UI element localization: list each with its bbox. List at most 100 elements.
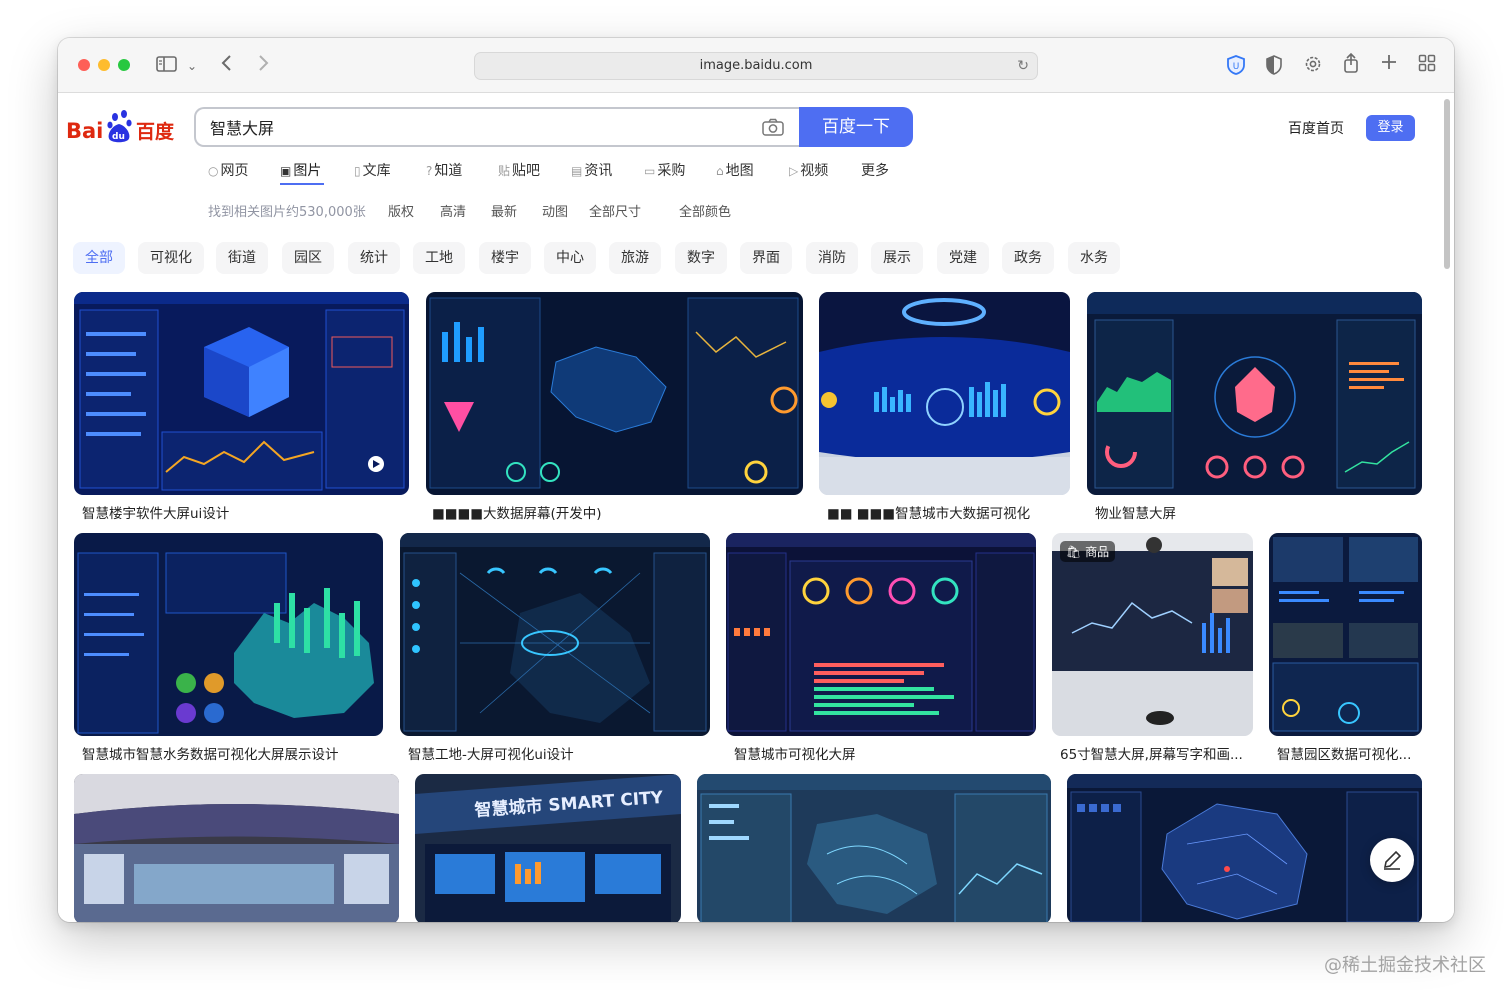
result-image[interactable]: 智慧城市 SMART CITY [415,774,681,922]
filter-copyright[interactable]: 版权 [388,201,414,220]
result-caption[interactable]: 智慧楼宇软件大屏ui设计 [82,502,412,522]
filter-animated[interactable]: 动图 [542,201,568,220]
result-caption[interactable]: ■■ ■■■智慧城市大数据可视化 [827,502,1077,522]
result-caption[interactable]: 智慧园区数据可视化... [1277,743,1422,763]
reload-icon[interactable]: ↻ [1017,53,1029,79]
tab-news[interactable]: ▤ 资讯 [571,160,612,180]
cart-icon: ▭ [644,164,656,178]
pencil-icon [1383,850,1402,870]
result-count: 找到相关图片约530,000张 [208,205,366,220]
shop-bag-icon: 🛍 [1066,545,1082,559]
search-icon: ○ [208,164,219,178]
result-image[interactable] [74,774,399,922]
browser-toolbar: ⌄ image.baidu.com ↻ U [58,38,1454,93]
tab-overview-icon[interactable] [1418,54,1436,77]
tab-label: 资讯 [584,163,613,179]
news-icon: ▤ [571,164,583,178]
baidu-home-link[interactable]: 百度首页 [1288,118,1344,138]
page-content: Bai du 百度 百度一下 百度首页 登录 ○网页 [58,93,1454,922]
search-input[interactable] [196,109,736,145]
svg-text:百度: 百度 [136,120,175,143]
privacy-shield-icon[interactable] [1264,54,1284,81]
result-image[interactable] [697,774,1051,922]
chip[interactable]: 水务 [1068,242,1120,274]
sidebar-toggle-icon[interactable] [156,55,178,78]
back-arrow-icon[interactable] [220,53,234,78]
tab-label: 图片 [293,163,322,179]
result-caption[interactable]: 智慧城市可视化大屏 [734,743,1039,763]
minimize-window-button[interactable] [98,59,110,71]
address-bar[interactable]: image.baidu.com ↻ [474,52,1038,80]
baidu-logo[interactable]: Bai du 百度 [66,108,176,148]
chip[interactable]: 可视化 [138,242,204,274]
chevron-down-icon[interactable]: ⌄ [187,56,197,76]
tab-label: 知道 [434,163,463,179]
tab-zhidao[interactable]: ? 知道 [426,160,462,180]
result-image[interactable] [726,533,1036,736]
result-image[interactable] [74,533,383,736]
close-window-button[interactable] [78,59,90,71]
result-image[interactable] [400,533,710,736]
chip[interactable]: 旅游 [609,242,661,274]
gear-icon[interactable] [1303,54,1323,79]
video-icon: ▷ [789,164,799,178]
filter-hd[interactable]: 高清 [440,201,466,220]
chip[interactable]: 工地 [413,242,465,274]
shield-extension-icon[interactable]: U [1225,54,1247,81]
tab-video[interactable]: ▷ 视频 [789,160,828,180]
edit-floating-button[interactable] [1370,838,1414,882]
camera-search-icon[interactable] [762,118,784,140]
login-button[interactable]: 登录 [1366,115,1415,141]
question-icon: ? [426,164,433,178]
result-caption[interactable]: 65寸智慧大屏,屏幕写字和画... [1060,743,1256,763]
result-image[interactable] [1087,292,1422,495]
tab-tieba[interactable]: 贴贴吧 [498,160,540,180]
tab-label: 贴吧 [512,163,541,179]
result-image[interactable] [1269,533,1422,736]
forward-arrow-icon[interactable] [256,53,270,78]
result-image[interactable] [1067,774,1422,922]
tab-map[interactable]: ⌂ 地图 [716,160,754,180]
chip[interactable]: 数字 [675,242,727,274]
chip[interactable]: 楼宇 [479,242,531,274]
share-icon[interactable] [1342,52,1360,79]
zoom-window-button[interactable] [118,59,130,71]
chip[interactable]: 街道 [216,242,268,274]
tab-shopping[interactable]: ▭ 采购 [644,160,685,180]
chip-all[interactable]: 全部 [73,242,125,274]
result-caption[interactable]: 智慧城市智慧水务数据可视化大屏展示设计 [82,743,387,763]
tab-images[interactable]: ▣ 图片 [280,160,321,180]
chip[interactable]: 消防 [806,242,858,274]
search-box [194,107,800,147]
browser-window: ⌄ image.baidu.com ↻ U Bai du 百度 智慧大屏 百度一… [58,38,1454,922]
tab-label: 更多 [861,163,889,179]
page-scrollbar[interactable] [1444,99,1450,269]
chip[interactable]: 展示 [871,242,923,274]
chip[interactable]: 党建 [937,242,989,274]
result-caption[interactable]: 物业智慧大屏 [1095,502,1425,522]
chip[interactable]: 政务 [1002,242,1054,274]
result-image[interactable] [74,292,409,495]
badge-label: 商品 [1085,545,1110,559]
chip[interactable]: 园区 [282,242,334,274]
result-caption[interactable]: 智慧工地-大屏可视化ui设计 [408,743,713,763]
filter-latest[interactable]: 最新 [491,201,517,220]
new-tab-icon[interactable] [1380,53,1398,76]
chip[interactable]: 界面 [740,242,792,274]
tab-more[interactable]: 更多 [861,160,889,180]
result-caption[interactable]: ■■■■大数据屏幕(开发中) [432,502,802,522]
tab-label: 网页 [220,163,249,179]
chevron-down-icon: ⌄ [589,201,600,216]
result-image[interactable] [426,292,803,495]
image-icon: ▣ [280,164,292,178]
chevron-down-icon: ⌄ [679,201,690,216]
chip[interactable]: 中心 [544,242,596,274]
result-image[interactable] [819,292,1070,495]
result-image[interactable]: 🛍 商品 [1052,533,1253,736]
tab-label: 采购 [657,163,686,179]
tieba-icon: 贴 [498,164,511,178]
search-button[interactable]: 百度一下 [799,107,913,147]
tab-web[interactable]: ○ 网页 [208,160,248,180]
tab-wenku[interactable]: ▯ 文库 [354,160,391,180]
chip[interactable]: 统计 [348,242,400,274]
